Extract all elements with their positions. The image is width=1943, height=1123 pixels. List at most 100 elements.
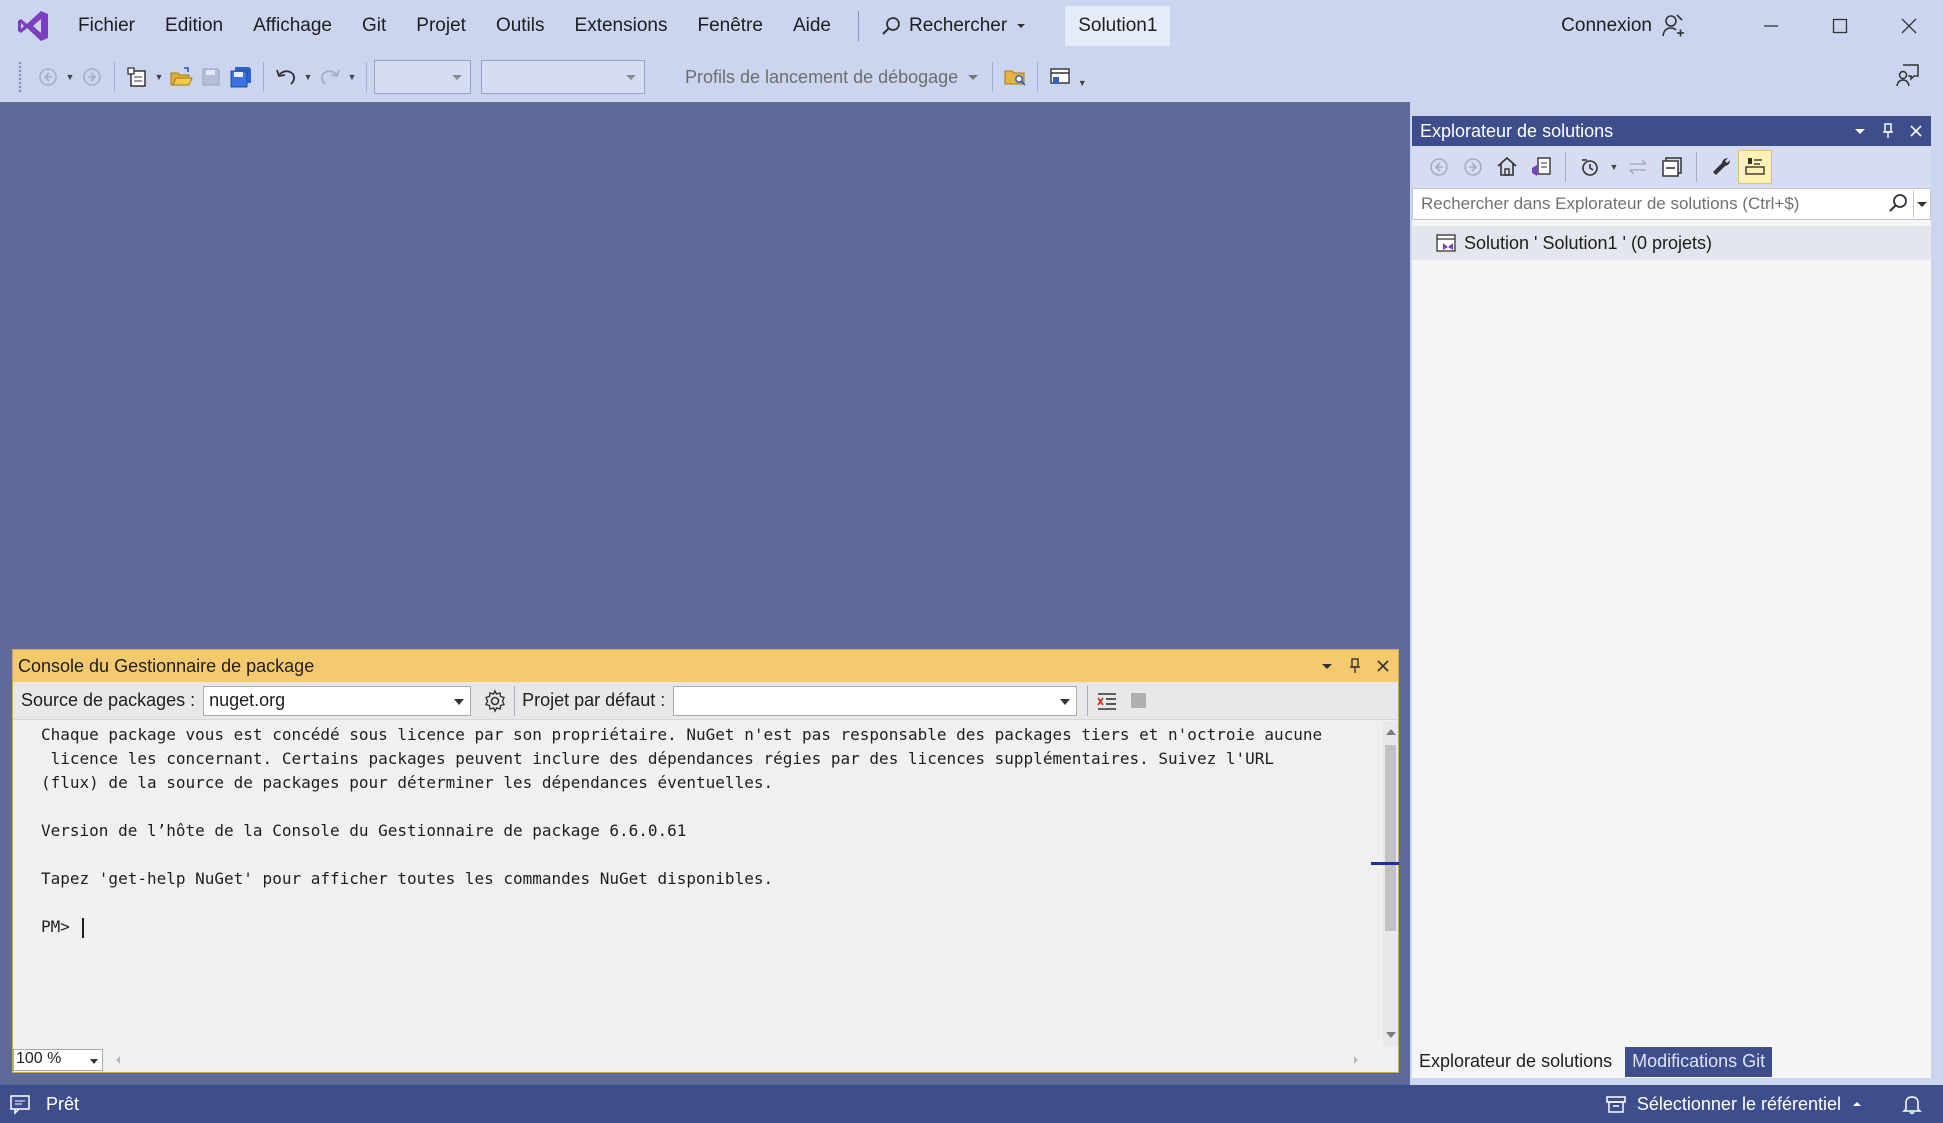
default-project-select[interactable]: [673, 685, 1078, 716]
se-properties-button[interactable]: [1704, 150, 1738, 184]
scroll-up-icon[interactable]: [1386, 729, 1396, 735]
solution-explorer-header-tools: [1853, 116, 1923, 146]
collapse-all-icon: [1662, 157, 1682, 177]
web-browser-button[interactable]: [1045, 62, 1075, 92]
visual-studio-logo-icon[interactable]: [15, 8, 51, 44]
menu-fichier[interactable]: Fichier: [63, 9, 150, 43]
se-preview-selected-button[interactable]: [1738, 150, 1772, 184]
solution-platform-combo[interactable]: [481, 60, 645, 94]
back-dropdown[interactable]: ▼: [63, 62, 77, 92]
menu-aide[interactable]: Aide: [778, 9, 846, 43]
title-bar: Fichier Edition Affichage Git Projet Out…: [0, 0, 1943, 52]
chevron-down-icon[interactable]: [1853, 124, 1867, 138]
se-pending-changes-filter-button[interactable]: [1573, 150, 1607, 184]
pin-icon[interactable]: [1348, 658, 1362, 674]
toolbar-separator: [1087, 685, 1089, 716]
standard-toolbar: ▼ ▼ ▼ ▼ Profils de lancement de débogage…: [0, 52, 1943, 102]
search-icon[interactable]: [1887, 193, 1909, 215]
preview-pane-icon: [1745, 158, 1765, 175]
gear-icon[interactable]: [483, 688, 507, 713]
pmc-title: Console du Gestionnaire de package: [18, 655, 315, 676]
home-icon: [1497, 156, 1517, 176]
clear-console-icon[interactable]: [1095, 689, 1119, 713]
feedback-button[interactable]: [1895, 62, 1921, 93]
filter-dropdown[interactable]: ▼: [1607, 152, 1621, 182]
toolbar-overflow-dropdown[interactable]: ▼: [1075, 62, 1089, 92]
menu-projet[interactable]: Projet: [401, 9, 481, 43]
package-source-label: Source de packages :: [21, 690, 196, 710]
menu-extensions[interactable]: Extensions: [560, 9, 683, 43]
pmc-output-line: Tapez 'get-help NuGet' pour afficher tou…: [41, 869, 774, 888]
package-source-value: nuget.org: [209, 690, 286, 710]
tab-solution-explorer[interactable]: Explorateur de solutions: [1412, 1047, 1620, 1077]
folder-search-icon: [1004, 70, 1026, 86]
scroll-right-icon[interactable]: [1351, 1055, 1361, 1065]
status-left: Prêt: [8, 1092, 79, 1116]
solution-explorer-search-input[interactable]: Rechercher dans Explorateur de solutions…: [1412, 188, 1931, 220]
text-cursor: [81, 917, 84, 938]
stop-command-icon[interactable]: [1131, 693, 1147, 708]
chevron-down-icon[interactable]: [1914, 196, 1930, 212]
redo-dropdown[interactable]: ▼: [345, 62, 359, 92]
open-file-button[interactable]: [166, 62, 196, 92]
undo-dropdown[interactable]: ▼: [301, 62, 315, 92]
search-button[interactable]: Rechercher: [871, 9, 1045, 43]
tab-git-changes[interactable]: Modifications Git: [1625, 1047, 1773, 1077]
debug-launch-profiles[interactable]: Profils de lancement de débogage: [685, 66, 979, 88]
close-icon: [1901, 18, 1916, 34]
undo-button[interactable]: [271, 62, 301, 92]
chevron-up-icon: [1853, 1102, 1861, 1106]
maximize-button[interactable]: [1805, 0, 1874, 52]
zoom-select[interactable]: 100 %: [13, 1049, 103, 1071]
menu-bar: Fichier Edition Affichage Git Projet Out…: [63, 9, 846, 43]
se-sync-button[interactable]: [1621, 150, 1655, 184]
sign-in-link[interactable]: Connexion: [1561, 15, 1652, 37]
sign-in-user-icon[interactable]: [1660, 13, 1686, 39]
pmc-output[interactable]: Chaque package vous est concédé sous lic…: [13, 721, 1385, 1046]
chevron-down-icon[interactable]: [1320, 659, 1334, 673]
pmc-output-line: [41, 795, 1385, 819]
debug-profiles-label: Profils de lancement de débogage: [685, 66, 959, 87]
output-message-icon[interactable]: [8, 1092, 32, 1116]
pmc-vertical-scrollbar[interactable]: [1371, 721, 1399, 1046]
new-project-dropdown[interactable]: ▼: [152, 62, 166, 92]
scrollbar-thumb[interactable]: [1385, 745, 1396, 931]
menu-fenetre[interactable]: Fenêtre: [682, 9, 777, 43]
open-in-file-explorer-button[interactable]: [1000, 62, 1030, 92]
se-home-button[interactable]: [1490, 150, 1524, 184]
redo-button[interactable]: [315, 62, 345, 92]
new-project-button[interactable]: [122, 62, 152, 92]
search-placeholder: Rechercher dans Explorateur de solutions…: [1421, 194, 1800, 213]
save-button[interactable]: [196, 62, 226, 92]
solution-configuration-combo[interactable]: [374, 60, 471, 94]
close-icon[interactable]: [1376, 659, 1390, 673]
minimize-button[interactable]: [1736, 0, 1805, 52]
solution-tree-item[interactable]: Solution ' Solution1 ' (0 projets): [1412, 226, 1931, 260]
redo-icon: [320, 69, 340, 85]
toolbar-grip[interactable]: [18, 61, 23, 93]
status-bar: Prêt Sélectionner le référentiel: [0, 1085, 1943, 1123]
notifications-bell-icon[interactable]: [1901, 1093, 1923, 1115]
solution-explorer-header: Explorateur de solutions: [1412, 116, 1931, 146]
menu-outils[interactable]: Outils: [481, 9, 560, 43]
pmc-prompt-line[interactable]: PM>: [41, 915, 1385, 939]
se-back-button[interactable]: [1422, 150, 1456, 184]
navigate-forward-button[interactable]: [77, 62, 107, 92]
menu-edition[interactable]: Edition: [150, 9, 238, 43]
se-forward-button[interactable]: [1456, 150, 1490, 184]
se-switch-views-button[interactable]: [1524, 150, 1558, 184]
close-window-button[interactable]: [1874, 0, 1943, 52]
scroll-down-icon[interactable]: [1386, 1032, 1396, 1038]
package-source-select[interactable]: nuget.org: [203, 685, 472, 716]
menu-git[interactable]: Git: [347, 9, 401, 43]
navigate-back-button[interactable]: [33, 62, 63, 92]
pin-icon[interactable]: [1881, 123, 1895, 139]
select-repository-button[interactable]: Sélectionner le référentiel: [1605, 1093, 1863, 1115]
menu-affichage[interactable]: Affichage: [238, 9, 347, 43]
toolbar-separator: [114, 62, 115, 92]
se-collapse-all-button[interactable]: [1655, 150, 1689, 184]
save-all-button[interactable]: [226, 62, 256, 92]
toolbar-separator: [992, 62, 994, 92]
close-icon[interactable]: [1909, 124, 1923, 138]
scroll-left-icon[interactable]: [113, 1055, 123, 1065]
